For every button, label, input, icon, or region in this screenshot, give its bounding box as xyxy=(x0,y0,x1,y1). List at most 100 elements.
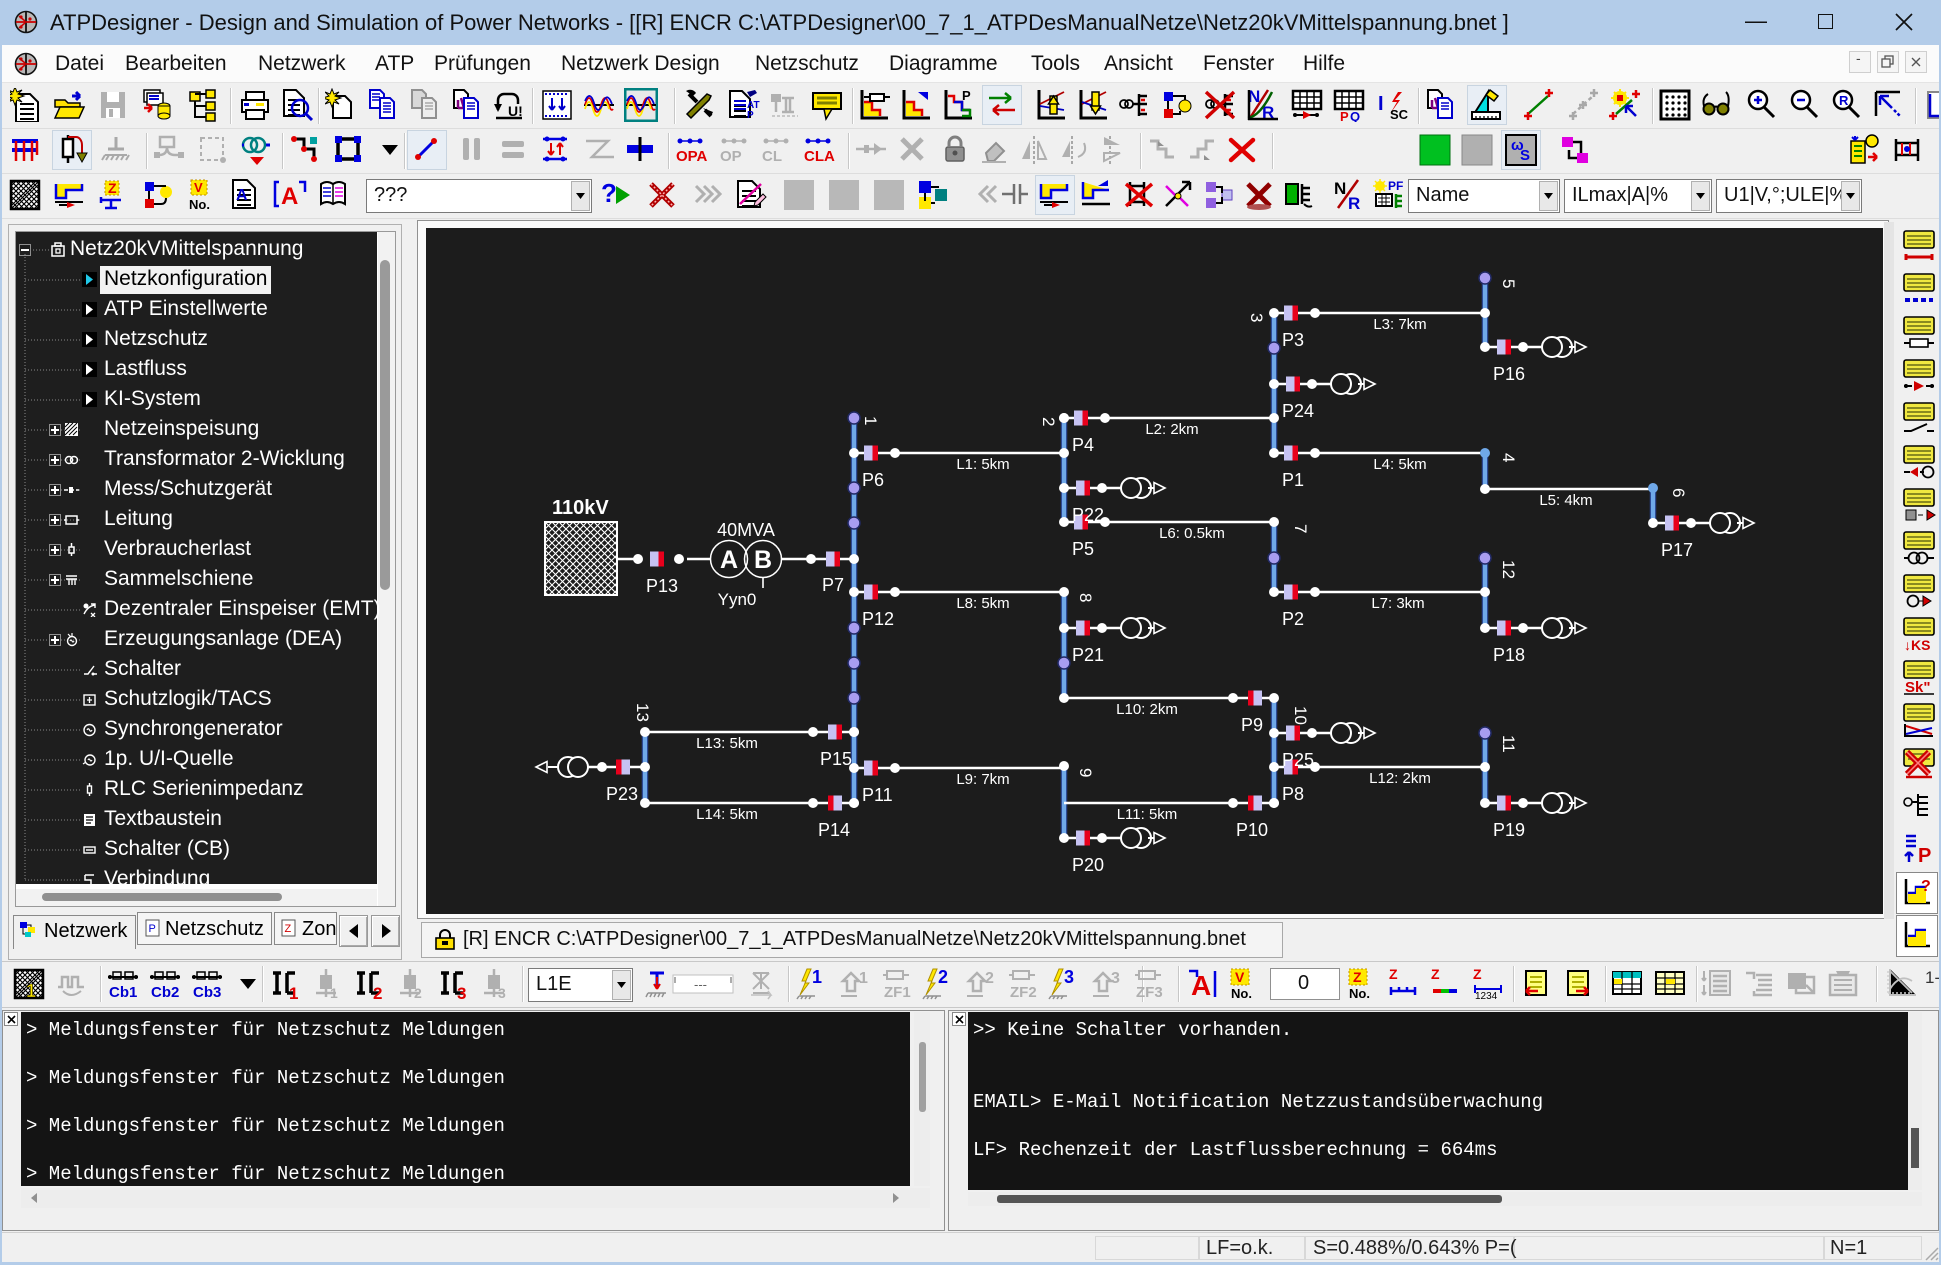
svg-text:N: N xyxy=(1334,179,1346,198)
svg-text:P21: P21 xyxy=(1072,645,1104,665)
svg-text:OPA: OPA xyxy=(676,148,708,165)
svg-text:5: 5 xyxy=(1499,279,1518,288)
svg-text:9: 9 xyxy=(1076,768,1095,777)
svg-text:A: A xyxy=(720,546,738,574)
svg-text:ZF2: ZF2 xyxy=(1010,984,1037,1001)
svg-text:1: 1 xyxy=(861,416,880,425)
svg-text:2: 2 xyxy=(373,984,382,1001)
svg-text:P6: P6 xyxy=(862,470,884,490)
svg-text:P3: P3 xyxy=(1282,330,1304,350)
svg-text:3: 3 xyxy=(457,984,466,1001)
svg-text:P10: P10 xyxy=(1236,820,1268,840)
svg-text:P12: P12 xyxy=(862,609,894,629)
svg-text:P20: P20 xyxy=(1072,855,1104,875)
svg-text:P: P xyxy=(149,923,156,935)
svg-text:I: I xyxy=(1378,93,1384,115)
svg-text:P22: P22 xyxy=(1072,505,1104,525)
svg-text:L1: 5km: L1: 5km xyxy=(956,456,1009,473)
svg-text:L6: 0.5km: L6: 0.5km xyxy=(1159,525,1225,542)
svg-text:OP: OP xyxy=(720,148,742,165)
svg-text:11: 11 xyxy=(1499,735,1518,753)
svg-text:3: 3 xyxy=(1247,313,1266,322)
svg-text:Z: Z xyxy=(108,180,117,196)
svg-text:↓KS: ↓KS xyxy=(1904,637,1930,653)
svg-text:13: 13 xyxy=(633,703,652,722)
svg-text:L4: 5km: L4: 5km xyxy=(1373,456,1426,473)
svg-text:L8: 5km: L8: 5km xyxy=(956,595,1009,612)
svg-text:1: 1 xyxy=(330,985,338,1001)
svg-text:R: R xyxy=(1839,93,1849,108)
svg-text:L13: 5km: L13: 5km xyxy=(696,735,758,752)
svg-text:Z: Z xyxy=(285,923,292,935)
svg-text:P4: P4 xyxy=(1072,435,1094,455)
svg-text:3: 3 xyxy=(1111,970,1120,987)
svg-text:PF: PF xyxy=(1388,179,1403,193)
svg-text:Z: Z xyxy=(1431,967,1440,982)
svg-text:A: A xyxy=(281,183,298,210)
svg-text:2: 2 xyxy=(985,970,994,987)
svg-text:P5: P5 xyxy=(1072,539,1094,559)
svg-text:A: A xyxy=(1191,970,1211,1001)
svg-text:P11: P11 xyxy=(862,785,893,805)
svg-text:4: 4 xyxy=(1499,453,1518,462)
svg-text:40MVA: 40MVA xyxy=(717,520,775,540)
svg-text:10: 10 xyxy=(1291,706,1310,725)
svg-text:P13: P13 xyxy=(646,576,678,596)
svg-text:P8: P8 xyxy=(1282,784,1304,804)
svg-text:L10: 2km: L10: 2km xyxy=(1116,701,1178,718)
svg-text:1: 1 xyxy=(26,981,36,1001)
svg-text:L11: 5km: L11: 5km xyxy=(1117,806,1178,823)
svg-text:P17: P17 xyxy=(1661,540,1693,560)
svg-text:P: P xyxy=(747,110,754,121)
svg-text:No.: No. xyxy=(1231,986,1252,1001)
svg-text:A: A xyxy=(236,187,248,204)
svg-text:1: 1 xyxy=(812,967,822,987)
svg-text:2: 2 xyxy=(938,967,948,987)
svg-text:ZF1: ZF1 xyxy=(884,984,911,1001)
svg-text:P16: P16 xyxy=(1493,364,1525,384)
svg-text:P2: P2 xyxy=(1282,609,1304,629)
svg-text:L12: 2km: L12: 2km xyxy=(1369,770,1431,787)
svg-text:P25: P25 xyxy=(1282,750,1314,770)
svg-text:P18: P18 xyxy=(1493,645,1525,665)
svg-text:1: 1 xyxy=(289,984,298,1001)
svg-text:P24: P24 xyxy=(1282,401,1314,421)
svg-text:SC: SC xyxy=(1390,107,1409,122)
svg-text:L14: 5km: L14: 5km xyxy=(696,806,758,823)
svg-text:110kV: 110kV xyxy=(552,497,609,519)
svg-text:Cb2: Cb2 xyxy=(151,984,179,1001)
svg-text:B: B xyxy=(754,546,772,574)
svg-text:6: 6 xyxy=(1669,488,1688,497)
svg-text:P15: P15 xyxy=(820,749,852,769)
svg-text:1234: 1234 xyxy=(1475,991,1498,1001)
svg-text:CL: CL xyxy=(762,148,782,165)
svg-text:L2: 2km: L2: 2km xyxy=(1145,421,1198,438)
svg-text:P: P xyxy=(1918,845,1931,867)
svg-text:7: 7 xyxy=(1291,524,1310,533)
svg-text:2: 2 xyxy=(414,985,422,1001)
svg-text:---: --- xyxy=(694,977,707,992)
svg-text:Yyn0: Yyn0 xyxy=(718,590,757,609)
svg-text:L5: 4km: L5: 4km xyxy=(1539,492,1592,509)
svg-text:8: 8 xyxy=(1076,593,1095,602)
svg-text:L7: 3km: L7: 3km xyxy=(1371,595,1424,612)
svg-text:V: V xyxy=(194,180,203,195)
svg-text:P7: P7 xyxy=(822,575,844,595)
svg-text:S: S xyxy=(1520,147,1530,164)
svg-text:L9: 7km: L9: 7km xyxy=(956,771,1009,788)
svg-text:Cb3: Cb3 xyxy=(193,984,221,1001)
svg-text:Cb1: Cb1 xyxy=(109,984,137,1001)
svg-text:P1: P1 xyxy=(1282,470,1304,490)
svg-text:CLA: CLA xyxy=(804,148,835,165)
svg-text:Z: Z xyxy=(1389,967,1398,982)
svg-text:No.: No. xyxy=(1349,986,1370,1001)
svg-text:R: R xyxy=(1348,194,1360,212)
svg-text:U!: U! xyxy=(508,103,523,119)
svg-text:P: P xyxy=(962,88,971,103)
svg-text:P9: P9 xyxy=(1241,715,1263,735)
svg-text:?: ? xyxy=(601,178,617,208)
svg-text:3: 3 xyxy=(1064,967,1074,987)
svg-text:1: 1 xyxy=(859,970,868,987)
svg-text:?: ? xyxy=(1921,878,1931,895)
svg-text:Q: Q xyxy=(1350,109,1360,122)
